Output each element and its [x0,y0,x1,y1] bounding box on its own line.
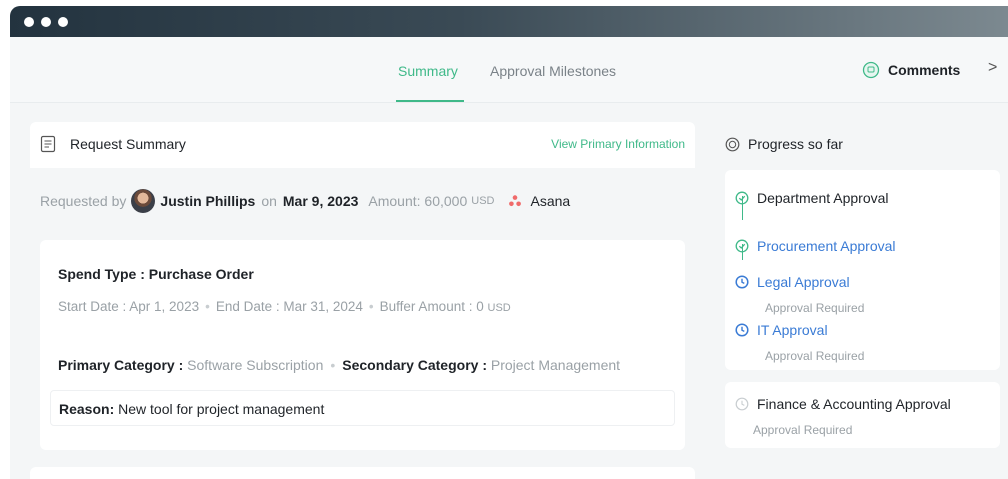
step-it-approval[interactable]: IT Approval [735,322,828,338]
title-bar [10,6,1008,37]
app-window: Summary Approval Milestones Comments > R… [10,6,1008,479]
reason-label: Reason: [59,401,115,417]
chevron-right-icon[interactable]: > [988,59,997,77]
window-dot-icon[interactable] [24,16,34,27]
tab-approval-milestones[interactable]: Approval Milestones [490,63,616,79]
reason-box: Reason: New tool for project management [50,390,675,426]
buffer-amount: Buffer Amount : 0 [379,299,484,314]
date-row: Start Date : Apr 1, 2023 • End Date : Mar … [58,299,511,314]
step-label: Procurement Approval [757,238,896,254]
clock-icon [735,275,749,289]
clock-icon [735,397,749,411]
step-label: Finance & Accounting Approval [757,396,951,412]
document-icon [40,135,56,153]
comments-label: Comments [888,62,961,78]
step-label: Legal Approval [757,274,850,290]
check-circle-icon [735,239,749,253]
primary-category-value: Software Subscription [187,357,324,373]
step-procurement-approval[interactable]: Procurement Approval [735,238,896,254]
step-status: Approval Required [765,301,865,315]
progress-clock-icon [725,137,740,151]
request-summary-header: Request Summary View Primary Information [30,122,695,168]
requester-name: Justin Phillips [160,193,256,209]
step-status: Approval Required [765,349,865,363]
avatar [131,189,156,213]
view-primary-information-link[interactable]: View Primary Information [551,137,685,151]
on-label: on [261,193,277,209]
primary-category-label: Primary Category : [58,357,184,373]
reason-row: Reason: New tool for project management [59,401,324,417]
tab-bar: Summary Approval Milestones Comments > [10,37,1008,103]
request-details-card: Spend Type : Purchase Order Start Date :… [40,240,685,450]
request-date: Mar 9, 2023 [282,193,359,209]
spend-type: Spend Type : Purchase Order [58,266,254,282]
requested-by-label: Requested by [40,193,127,209]
active-tab-indicator [396,100,464,102]
amount-label: Amount: 60,000 [368,193,468,209]
next-card-edge [30,467,695,479]
vendor-name: Asana [530,193,571,209]
step-finance-accounting-approval: Finance & Accounting Approval [735,396,951,412]
finance-step-card: Finance & Accounting Approval Approval R… [725,382,1000,448]
reason-value: New tool for project management [118,401,325,417]
request-summary-panel: Request Summary View Primary Information… [30,122,695,479]
requested-by-row: Requested by Justin Phillips on Mar 9, 2… [30,178,695,224]
clock-icon [735,323,749,337]
progress-header: Progress so far [725,136,843,152]
progress-panel: Progress so far Department Approval Proc… [715,122,1008,479]
approval-steps-card: Department Approval Procurement Approval… [725,170,1000,370]
request-summary-title: Request Summary [70,136,186,152]
amount-currency: USD [471,195,495,207]
step-department-approval: Department Approval [735,190,889,206]
step-label: Department Approval [757,190,889,206]
window-dot-icon[interactable] [58,16,68,27]
window-dot-icon[interactable] [41,16,51,27]
step-status: Approval Required [753,423,853,437]
end-date: End Date : Mar 31, 2024 [215,299,363,314]
comment-icon [862,61,880,79]
step-label: IT Approval [757,322,828,338]
tab-summary[interactable]: Summary [398,63,458,79]
secondary-category-label: Secondary Category : [342,357,487,373]
start-date: Start Date : Apr 1, 2023 [58,299,200,314]
progress-title: Progress so far [748,136,843,152]
buffer-currency: USD [487,302,511,314]
secondary-category-value: Project Management [490,357,621,373]
asana-logo-icon [509,195,522,207]
comments-button[interactable]: Comments [862,61,960,79]
step-legal-approval[interactable]: Legal Approval [735,274,850,290]
check-circle-icon [735,191,749,205]
category-row: Primary Category : Software Subscription… [58,357,621,373]
